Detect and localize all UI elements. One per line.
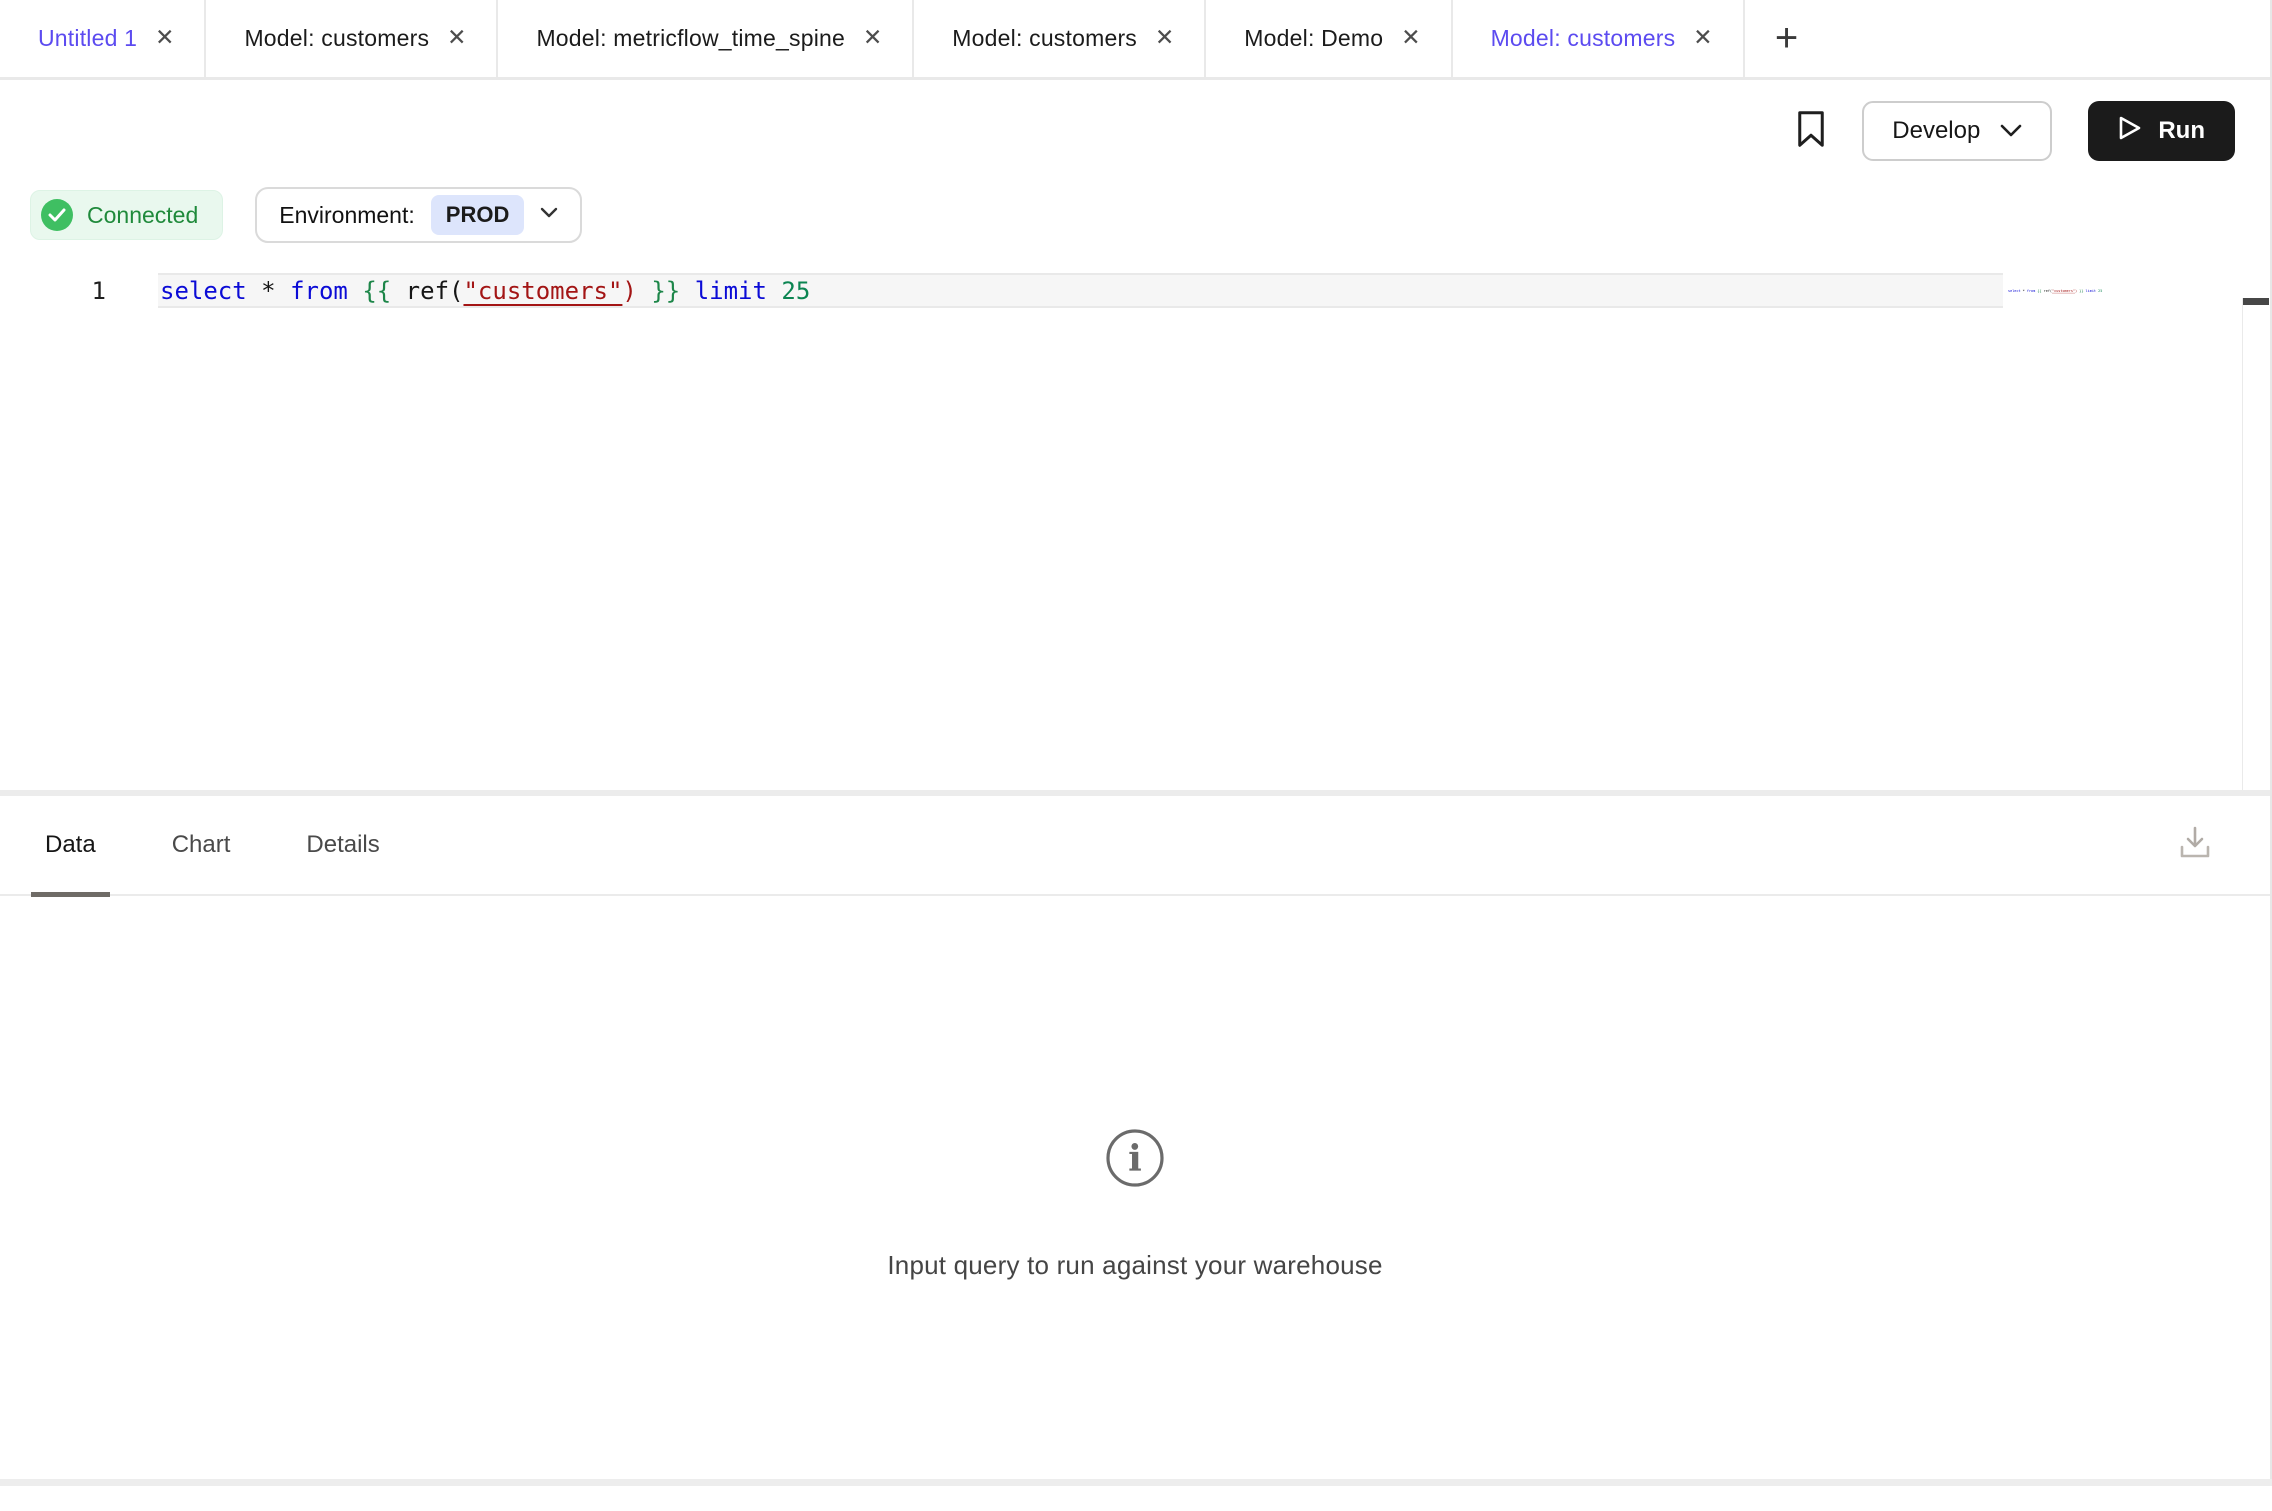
plus-icon: + [1775,16,1798,61]
results-empty-state: i Input query to run against your wareho… [0,896,2270,1511]
code-editor[interactable]: 1 select * from {{ ref("customers") }} l… [0,273,2270,790]
results-tab-data[interactable]: Data [31,796,110,894]
results-tab-chart[interactable]: Chart [158,796,245,894]
editor-tab-label: Model: customers [952,25,1137,52]
download-icon [2178,825,2212,866]
code-token: * [261,277,275,305]
code-token: limit [695,277,767,305]
status-row: Connected Environment: PROD [0,182,2270,248]
editor-tab-1[interactable]: Model: customers ✕ [206,0,498,77]
results-tab-label: Details [306,831,379,859]
editor-tab-5[interactable]: Model: customers ✕ [1453,0,1745,77]
close-icon[interactable]: ✕ [155,27,174,50]
scrollbar-track [2242,298,2243,790]
environment-value-pill: PROD [431,195,525,235]
results-tab-label: Chart [172,831,231,859]
bookmark-icon [1796,110,1826,153]
close-icon[interactable]: ✕ [1155,27,1174,50]
window-bottom-edge [0,1479,2272,1486]
editor-tabbar: Untitled 1✕Model: customers✕Model: metri… [0,0,2270,80]
results-tabs-container: Data Chart Details [31,796,442,894]
editor-tab-2[interactable]: Model: metricflow_time_spine ✕ [498,0,914,77]
toolbar: Develop Run [0,80,2270,182]
code-token: ref( [406,277,464,305]
code-token: from [290,277,348,305]
bookmark-button[interactable] [1796,110,1826,153]
editor-tab-label: Model: customers [244,25,429,52]
code-token [637,277,651,305]
code-token: 25 [781,277,810,305]
download-button[interactable] [2178,825,2212,866]
editor-tabs-container: Untitled 1✕Model: customers✕Model: metri… [0,0,1745,77]
close-icon[interactable]: ✕ [863,27,882,50]
code-token: from [2027,289,2035,293]
chevron-down-icon [2000,117,2022,145]
run-button-label: Run [2158,117,2205,145]
editor-tab-label: Untitled 1 [38,25,137,52]
close-icon[interactable]: ✕ [1693,27,1712,50]
run-button[interactable]: Run [2088,101,2235,161]
develop-button-label: Develop [1892,117,1980,145]
code-token: select [160,277,247,305]
environment-label: Environment: [279,202,415,229]
code-token: ref( [2044,289,2052,293]
ide-window: Untitled 1✕Model: customers✕Model: metri… [0,0,2272,1486]
code-token [247,277,261,305]
new-tab-button[interactable]: + [1745,0,1829,77]
minimap[interactable]: select * from {{ ref("customers") }} lim… [2008,289,2110,293]
editor-tab-3[interactable]: Model: customers ✕ [914,0,1206,77]
editor-tab-label: Model: metricflow_time_spine [536,25,845,52]
code-token [348,277,362,305]
results-panel: DataChartDetails i Input query to run [0,796,2270,1511]
code-line-row: 1 select * from {{ ref("customers") }} l… [0,273,2270,308]
code-token [767,277,781,305]
editor-tab-4[interactable]: Model: Demo ✕ [1206,0,1452,77]
check-circle-icon [41,199,73,231]
code-token: "customers" [2052,289,2075,293]
close-icon[interactable]: ✕ [1401,27,1420,50]
close-icon[interactable]: ✕ [447,27,466,50]
code-token [276,277,290,305]
play-icon [2118,115,2142,148]
develop-dropdown-button[interactable]: Develop [1862,101,2052,161]
code-token: ) [622,277,636,305]
code-token: }} [651,277,680,305]
connected-status-badge: Connected [30,190,223,240]
editor-tab-0[interactable]: Untitled 1 ✕ [0,0,206,77]
results-tab-label: Data [45,831,96,859]
code-token: limit [2086,289,2096,293]
results-tabbar: Data Chart Details [0,796,2270,896]
code-token [391,277,405,305]
info-icon: i [1104,1127,1166,1194]
code-token: select [2008,289,2021,293]
code-line[interactable]: select * from {{ ref("customers") }} lim… [158,273,2003,308]
code-token: 25 [2098,289,2102,293]
connected-status-label: Connected [87,202,198,229]
code-token: {{ [362,277,391,305]
environment-selector[interactable]: Environment: PROD [255,187,582,243]
results-tab-details[interactable]: Details [292,796,393,894]
empty-state-message: Input query to run against your warehous… [887,1250,1382,1281]
code-token: "customers" [463,277,622,305]
svg-text:i: i [1128,1138,1142,1180]
chevron-down-icon [540,206,558,224]
scrollbar-thumb[interactable] [2243,298,2269,305]
line-number: 1 [0,277,158,305]
editor-tab-label: Model: Demo [1244,25,1383,52]
editor-tab-label: Model: customers [1491,25,1676,52]
code-token [680,277,694,305]
